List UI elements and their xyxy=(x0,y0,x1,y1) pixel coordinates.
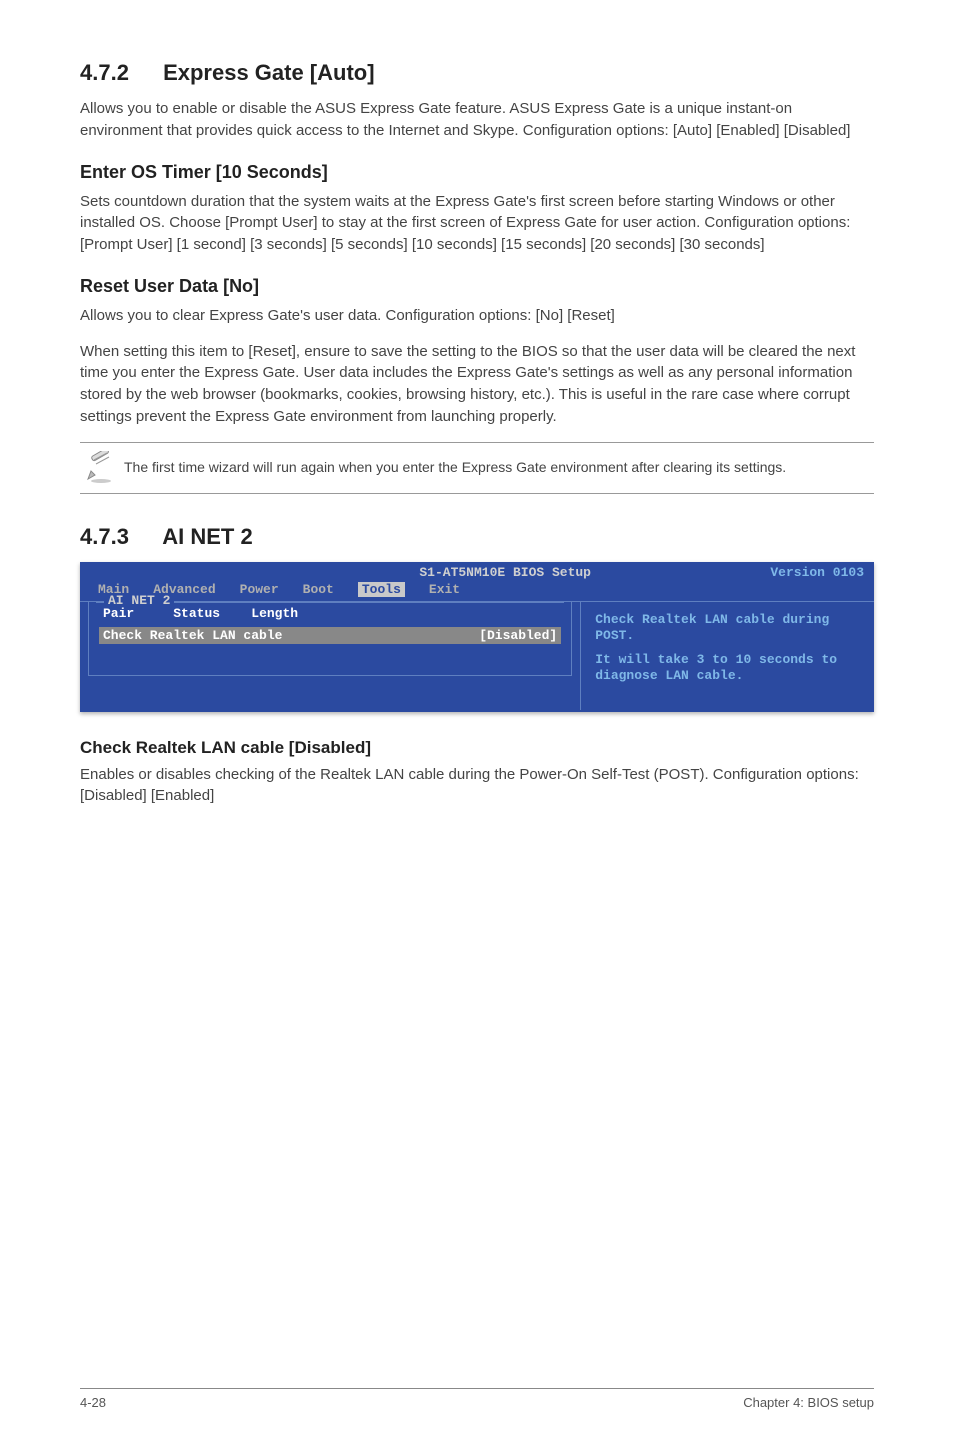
section-heading-473: 4.7.3 AI NET 2 xyxy=(80,524,874,550)
paragraph: When setting this item to [Reset], ensur… xyxy=(80,341,874,428)
bios-version: Version 0103 xyxy=(770,565,864,580)
bios-help-panel: Check Realtek LAN cable during POST. It … xyxy=(580,602,874,710)
section-number: 4.7.3 xyxy=(80,524,129,550)
subheading-reset-user-data: Reset User Data [No] xyxy=(80,276,874,297)
row-value: [Disabled] xyxy=(479,628,557,643)
chapter-label: Chapter 4: BIOS setup xyxy=(743,1395,874,1410)
page-number: 4-28 xyxy=(80,1395,106,1410)
bios-menu-exit: Exit xyxy=(429,582,460,597)
paragraph: Sets countdown duration that the system … xyxy=(80,191,874,256)
section-title: Express Gate [Auto] xyxy=(163,60,375,85)
paragraph: Enables or disables checking of the Real… xyxy=(80,764,874,808)
bios-menu-bar: Main Advanced Power Boot Tools Exit xyxy=(80,580,874,602)
row-label: Check Realtek LAN cable xyxy=(103,628,282,643)
bios-screenshot: S1-AT5NM10E BIOS Setup Version 0103 Main… xyxy=(80,562,874,712)
bios-menu-tools: Tools xyxy=(358,582,405,597)
bios-title: S1-AT5NM10E BIOS Setup xyxy=(90,565,770,580)
note-text: The first time wizard will run again whe… xyxy=(124,458,786,478)
col-status: Status xyxy=(173,606,220,621)
bios-selected-row: Check Realtek LAN cable [Disabled] xyxy=(99,627,561,644)
subheading-check-realtek: Check Realtek LAN cable [Disabled] xyxy=(80,738,874,758)
note-callout: The first time wizard will run again whe… xyxy=(80,442,874,494)
section-number: 4.7.2 xyxy=(80,60,129,86)
section-heading-472: 4.7.2 Express Gate [Auto] xyxy=(80,60,874,86)
subheading-enter-os-timer: Enter OS Timer [10 Seconds] xyxy=(80,162,874,183)
pencil-note-icon xyxy=(80,451,124,485)
col-length: Length xyxy=(251,606,298,621)
paragraph: Allows you to clear Express Gate's user … xyxy=(80,305,874,327)
bios-table-header: Pair Status Length xyxy=(99,606,561,621)
page-footer: 4-28 Chapter 4: BIOS setup xyxy=(80,1388,874,1410)
bios-menu-power: Power xyxy=(240,582,279,597)
intro-paragraph: Allows you to enable or disable the ASUS… xyxy=(80,98,874,142)
bios-help-text-2: It will take 3 to 10 seconds to diagnose… xyxy=(595,652,860,685)
col-pair: Pair xyxy=(103,606,134,621)
section-title: AI NET 2 xyxy=(162,524,252,549)
bios-menu-boot: Boot xyxy=(303,582,334,597)
bios-help-text-1: Check Realtek LAN cable during POST. xyxy=(595,612,860,645)
